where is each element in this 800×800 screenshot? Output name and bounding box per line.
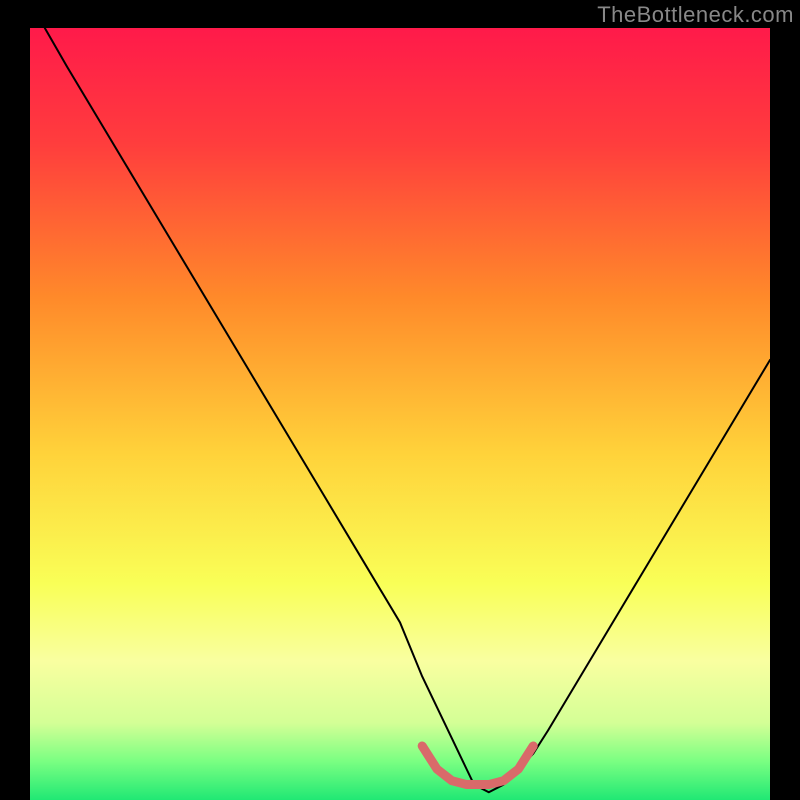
watermark-label: TheBottleneck.com	[597, 2, 794, 28]
chart-frame: TheBottleneck.com	[0, 0, 800, 800]
gradient-background	[30, 28, 770, 800]
bottleneck-chart	[0, 0, 800, 800]
